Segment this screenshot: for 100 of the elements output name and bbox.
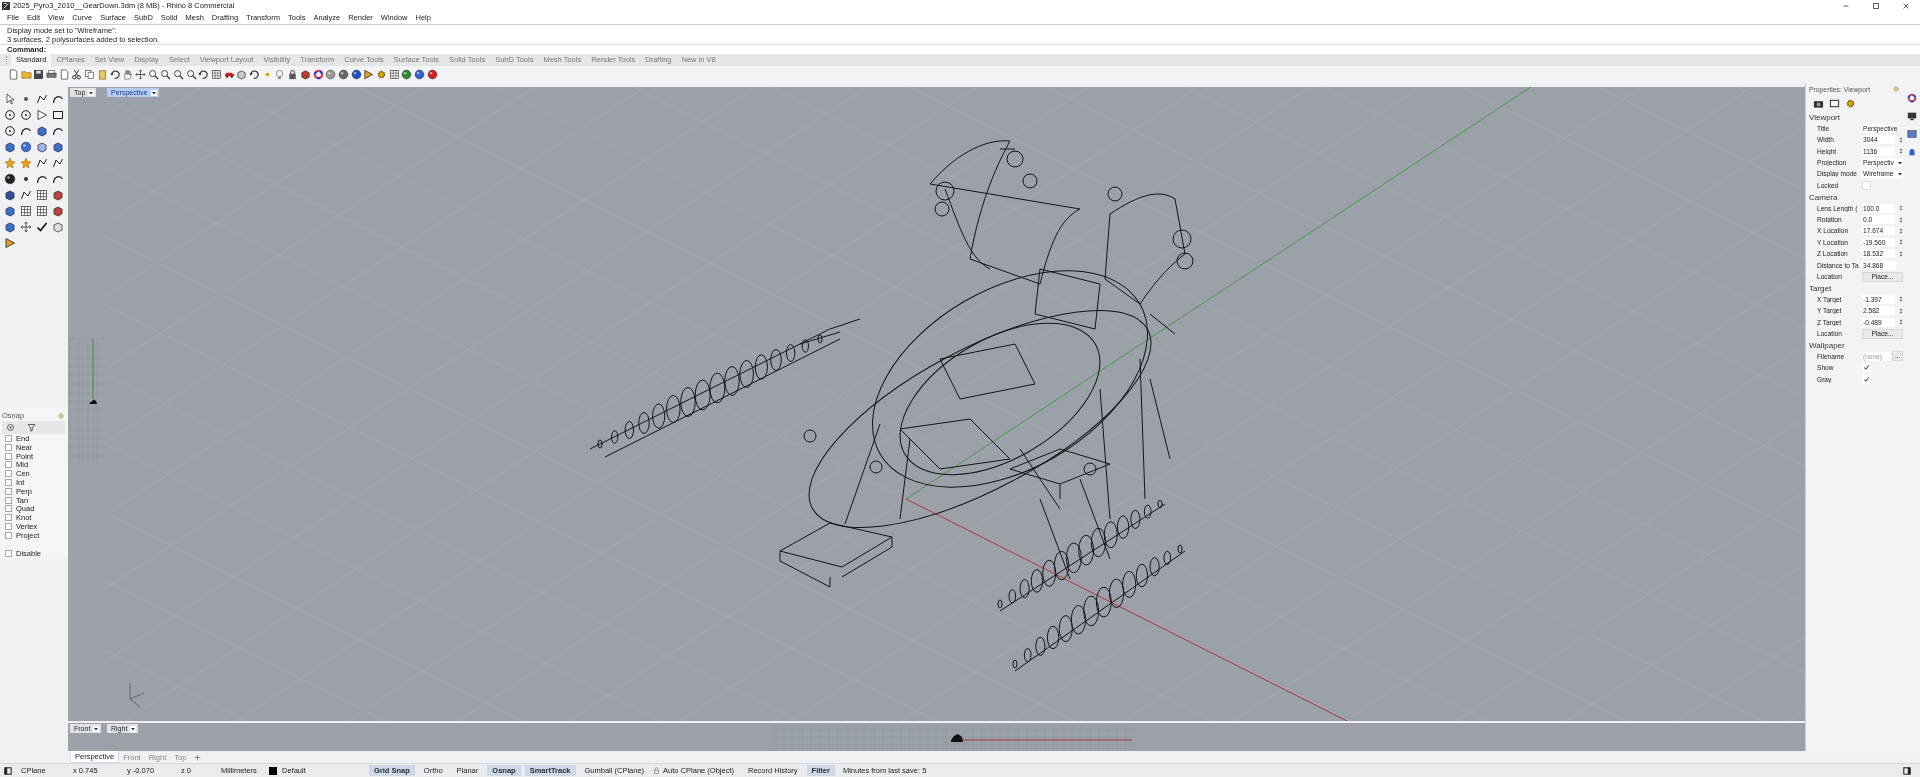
- star-icon[interactable]: [20, 157, 32, 170]
- checkbox[interactable]: [5, 496, 12, 504]
- checkbox[interactable]: [5, 487, 12, 495]
- image-icon[interactable]: [1907, 129, 1917, 140]
- circle-icon[interactable]: [20, 109, 32, 122]
- dropdown-arrow-icon[interactable]: [150, 89, 157, 96]
- cube-icon[interactable]: [52, 205, 64, 218]
- cube-icon[interactable]: [4, 141, 16, 154]
- lock-icon[interactable]: [287, 69, 299, 81]
- grid-icon[interactable]: [20, 205, 32, 218]
- checkbox[interactable]: [5, 443, 12, 451]
- gear-icon[interactable]: [1845, 97, 1856, 109]
- layer-swatch[interactable]: [269, 766, 277, 775]
- cube-icon[interactable]: [52, 141, 64, 154]
- hand-icon[interactable]: [122, 69, 134, 81]
- magnifier-icon[interactable]: [147, 69, 159, 81]
- triangle-icon[interactable]: [4, 237, 16, 250]
- check-icon[interactable]: [36, 221, 48, 234]
- sphere-icon[interactable]: [414, 69, 425, 81]
- curve-icon[interactable]: [52, 93, 64, 106]
- target-icon[interactable]: [6, 423, 15, 433]
- cube-icon[interactable]: [52, 189, 64, 202]
- cube-icon[interactable]: [36, 141, 48, 154]
- checkbox[interactable]: [5, 514, 12, 522]
- polyline-icon[interactable]: [36, 93, 48, 106]
- cube-icon[interactable]: [236, 69, 248, 81]
- spinner-icon[interactable]: [1899, 306, 1903, 315]
- spinner-icon[interactable]: [1899, 226, 1903, 235]
- triangle-icon[interactable]: [36, 109, 48, 122]
- curve-icon[interactable]: [52, 173, 64, 186]
- circle-icon[interactable]: [4, 109, 16, 122]
- checkbox[interactable]: [5, 435, 12, 443]
- undo-icon[interactable]: [198, 69, 210, 81]
- checkbox[interactable]: [5, 461, 12, 469]
- checkbox[interactable]: [5, 505, 12, 513]
- checkbox[interactable]: [5, 470, 12, 478]
- maximize-icon[interactable]: [1872, 1, 1880, 10]
- spinner-icon[interactable]: [1899, 249, 1903, 258]
- spinner-icon[interactable]: [1899, 238, 1903, 247]
- cube-icon[interactable]: [4, 189, 16, 202]
- grid-icon[interactable]: [388, 69, 400, 81]
- spinner-icon[interactable]: [1899, 135, 1903, 144]
- cube-icon[interactable]: [36, 125, 48, 138]
- circle-icon[interactable]: [4, 125, 16, 138]
- filter-icon[interactable]: [27, 423, 36, 433]
- sphere-icon[interactable]: [350, 69, 362, 81]
- sphere-icon[interactable]: [426, 69, 438, 81]
- pointer-icon[interactable]: [4, 93, 16, 106]
- scissors-icon[interactable]: [71, 69, 83, 81]
- add-icon[interactable]: [194, 753, 202, 761]
- sphere-icon[interactable]: [4, 173, 16, 186]
- sphere-icon[interactable]: [337, 69, 349, 81]
- grid-icon[interactable]: [36, 189, 48, 202]
- undo-icon[interactable]: [109, 69, 121, 81]
- monitor-icon[interactable]: [1907, 111, 1917, 122]
- document-icon[interactable]: [8, 69, 19, 81]
- magnifier-icon[interactable]: [185, 69, 197, 81]
- polyline-icon[interactable]: [36, 157, 48, 170]
- bell-icon[interactable]: [1907, 147, 1917, 158]
- triangle-icon[interactable]: [363, 69, 375, 81]
- curve-icon[interactable]: [36, 173, 48, 186]
- grid-icon[interactable]: [211, 69, 222, 81]
- polyline-icon[interactable]: [52, 157, 64, 170]
- spinner-icon[interactable]: [1899, 147, 1903, 156]
- polyline-icon[interactable]: [20, 189, 32, 202]
- checkbox[interactable]: [5, 523, 12, 530]
- dropdown-arrow-icon[interactable]: [130, 725, 137, 732]
- checkbox[interactable]: [5, 549, 12, 557]
- cube-icon[interactable]: [299, 69, 311, 81]
- checkbox[interactable]: [5, 531, 12, 539]
- move-arrows-icon[interactable]: [134, 69, 146, 81]
- panel-toggle-icon[interactable]: [4, 766, 12, 775]
- checkbox[interactable]: [5, 479, 12, 487]
- curve-icon[interactable]: [20, 125, 32, 138]
- rectangle-icon[interactable]: [52, 109, 64, 122]
- printer-icon[interactable]: [46, 69, 58, 81]
- gear-icon[interactable]: [375, 69, 387, 81]
- spinner-icon[interactable]: [1899, 295, 1903, 304]
- dropdown-arrow-icon[interactable]: [93, 725, 100, 732]
- panel-toggle-icon[interactable]: [1903, 766, 1911, 775]
- document-icon[interactable]: [58, 69, 70, 81]
- magnifier-icon[interactable]: [160, 69, 172, 81]
- model-wireframe-drawing[interactable]: [589, 140, 1194, 672]
- spinner-icon[interactable]: [1899, 204, 1903, 213]
- close-icon[interactable]: [1902, 1, 1910, 10]
- dropdown-arrow-icon[interactable]: [1897, 159, 1903, 166]
- cube-icon[interactable]: [4, 205, 16, 218]
- copy-icon[interactable]: [84, 69, 96, 81]
- dropdown-arrow-icon[interactable]: [88, 89, 95, 96]
- dropdown-arrow-icon[interactable]: [1897, 170, 1903, 177]
- rectangle-icon[interactable]: [1829, 97, 1840, 109]
- undo-icon[interactable]: [249, 69, 261, 81]
- checkbox[interactable]: [5, 452, 12, 460]
- spinner-icon[interactable]: [1899, 215, 1903, 224]
- curve-icon[interactable]: [52, 125, 64, 138]
- star-icon[interactable]: [4, 157, 16, 170]
- spinner-icon[interactable]: [1899, 318, 1903, 327]
- cube-icon[interactable]: [4, 221, 16, 234]
- grid-icon[interactable]: [36, 205, 48, 218]
- clipboard-icon[interactable]: [96, 69, 108, 81]
